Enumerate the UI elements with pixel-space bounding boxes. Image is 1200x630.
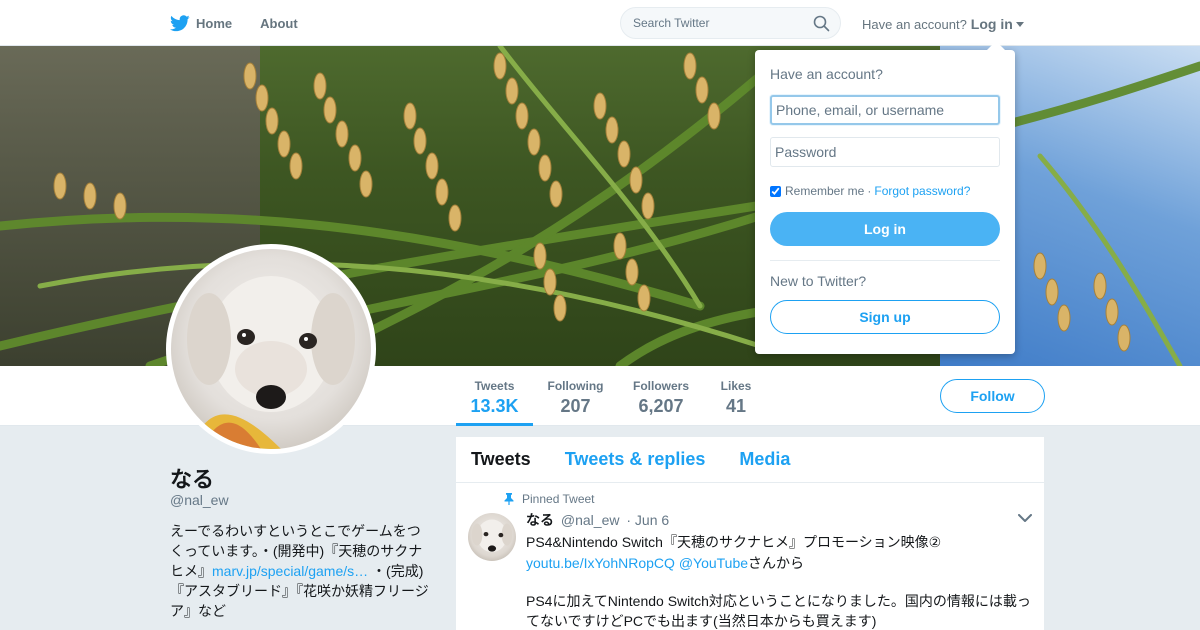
remember-me-label[interactable]: Remember me	[785, 184, 864, 198]
stat-followers[interactable]: Followers 6,207	[626, 366, 696, 426]
login-dropdown-title: Have an account?	[770, 66, 883, 82]
stat-followers-label: Followers	[632, 379, 689, 393]
caret-down-icon	[1015, 21, 1024, 27]
stat-following[interactable]: Following 207	[540, 366, 611, 426]
nav-home[interactable]: Home	[170, 14, 233, 32]
twitter-bird-icon	[170, 14, 190, 31]
tweet-line2-suffix: さんから	[748, 555, 805, 571]
stat-tweets-value: 13.3K	[470, 396, 519, 416]
dropdown-divider	[770, 260, 1000, 261]
password-input[interactable]	[770, 137, 1000, 167]
follow-button[interactable]: Follow	[940, 379, 1045, 413]
tweet-link[interactable]: youtu.be/IxYohNRopCQ	[526, 555, 675, 571]
remember-me: Remember me · Forgot password?	[770, 184, 970, 198]
username-input[interactable]	[770, 95, 1000, 125]
stat-likes-label: Likes	[720, 379, 752, 393]
tweet-author-handle[interactable]: @nal_ew	[561, 512, 620, 528]
tab-tweets[interactable]: Tweets	[471, 449, 531, 470]
login-button[interactable]: Log in	[770, 212, 1000, 246]
stat-tweets[interactable]: Tweets 13.3K	[456, 366, 533, 426]
login-dropdown-toggle[interactable]: Log in	[971, 16, 1024, 32]
stat-following-label: Following	[547, 379, 604, 393]
tweet-text-line3: PS4に加えてNintendo Switch対応ということになりました。国内の情…	[526, 593, 1031, 629]
stat-followers-value: 6,207	[638, 396, 684, 416]
pinned-label: Pinned Tweet	[522, 492, 595, 506]
tab-tweets-and-replies[interactable]: Tweets & replies	[565, 449, 706, 470]
tweet-body: PS4に加えてNintendo Switch対応ということになりました。国内の情…	[526, 591, 1036, 630]
nav-home-label: Home	[196, 15, 233, 31]
nav-about-label: About	[260, 15, 298, 31]
tweet[interactable]: Pinned Tweet なる @nal_ew · Jun 6 PS4&Nint…	[456, 483, 1044, 630]
profile-handle: @nal_ew	[170, 492, 229, 508]
stat-following-value: 207	[560, 396, 591, 416]
login-dropdown: Have an account? Remember me · Forgot pa…	[755, 41, 1015, 354]
signup-button[interactable]: Sign up	[770, 300, 1000, 334]
tweet-header: なる @nal_ew · Jun 6 PS4&Nintendo Switch『天…	[526, 510, 941, 573]
stat-likes-value: 41	[725, 396, 747, 416]
new-to-twitter-label: New to Twitter?	[770, 273, 867, 289]
stat-tweets-label: Tweets	[474, 379, 515, 393]
account-prompt: Have an account?	[862, 16, 967, 32]
remember-me-checkbox[interactable]	[770, 185, 781, 197]
global-nav: Home About	[170, 0, 326, 46]
tweet-mention[interactable]: @YouTube	[679, 555, 748, 571]
top-navigation-bar: Home About Have an account? Log in	[0, 0, 1200, 46]
nav-about[interactable]: About	[260, 16, 298, 31]
timeline-tabs: Tweets Tweets & replies Media	[456, 437, 1044, 483]
dog-avatar-illustration	[187, 276, 355, 449]
tweet-author-name[interactable]: なる	[526, 512, 554, 528]
stat-likes[interactable]: Likes 41	[712, 366, 760, 426]
chevron-down-icon[interactable]	[1018, 514, 1032, 523]
remember-separator: ·	[867, 184, 872, 198]
account-area: Have an account? Log in	[862, 16, 1024, 32]
bio-link[interactable]: marv.jp/special/game/s…	[212, 563, 368, 579]
pin-icon	[504, 493, 514, 505]
search-input[interactable]	[633, 16, 803, 30]
search-icon[interactable]	[813, 15, 830, 32]
timeline: Tweets Tweets & replies Media Pinned Twe…	[456, 437, 1044, 630]
search-box[interactable]	[620, 7, 841, 39]
dog-avatar-small	[471, 519, 513, 553]
tweet-text-line2: youtu.be/IxYohNRopCQ @YouTubeさんから	[526, 553, 941, 573]
tweet-date[interactable]: · Jun 6	[626, 512, 669, 528]
profile-name: なる	[170, 467, 215, 492]
profile-bio: えーでるわいすというとこでゲームをつくっています。・(開発中)『天穂のサクナヒメ…	[170, 521, 430, 621]
tab-media[interactable]: Media	[739, 449, 790, 470]
login-toggle-label: Log in	[970, 16, 1013, 32]
profile-avatar[interactable]	[166, 244, 376, 454]
forgot-password-link[interactable]: Forgot password?	[874, 184, 970, 198]
pinned-indicator: Pinned Tweet	[504, 492, 595, 506]
avatar-image	[171, 249, 371, 449]
tweet-avatar[interactable]	[468, 513, 516, 561]
tweet-text-line1: PS4&Nintendo Switch『天穂のサクナヒメ』プロモーション映像②	[526, 534, 942, 550]
